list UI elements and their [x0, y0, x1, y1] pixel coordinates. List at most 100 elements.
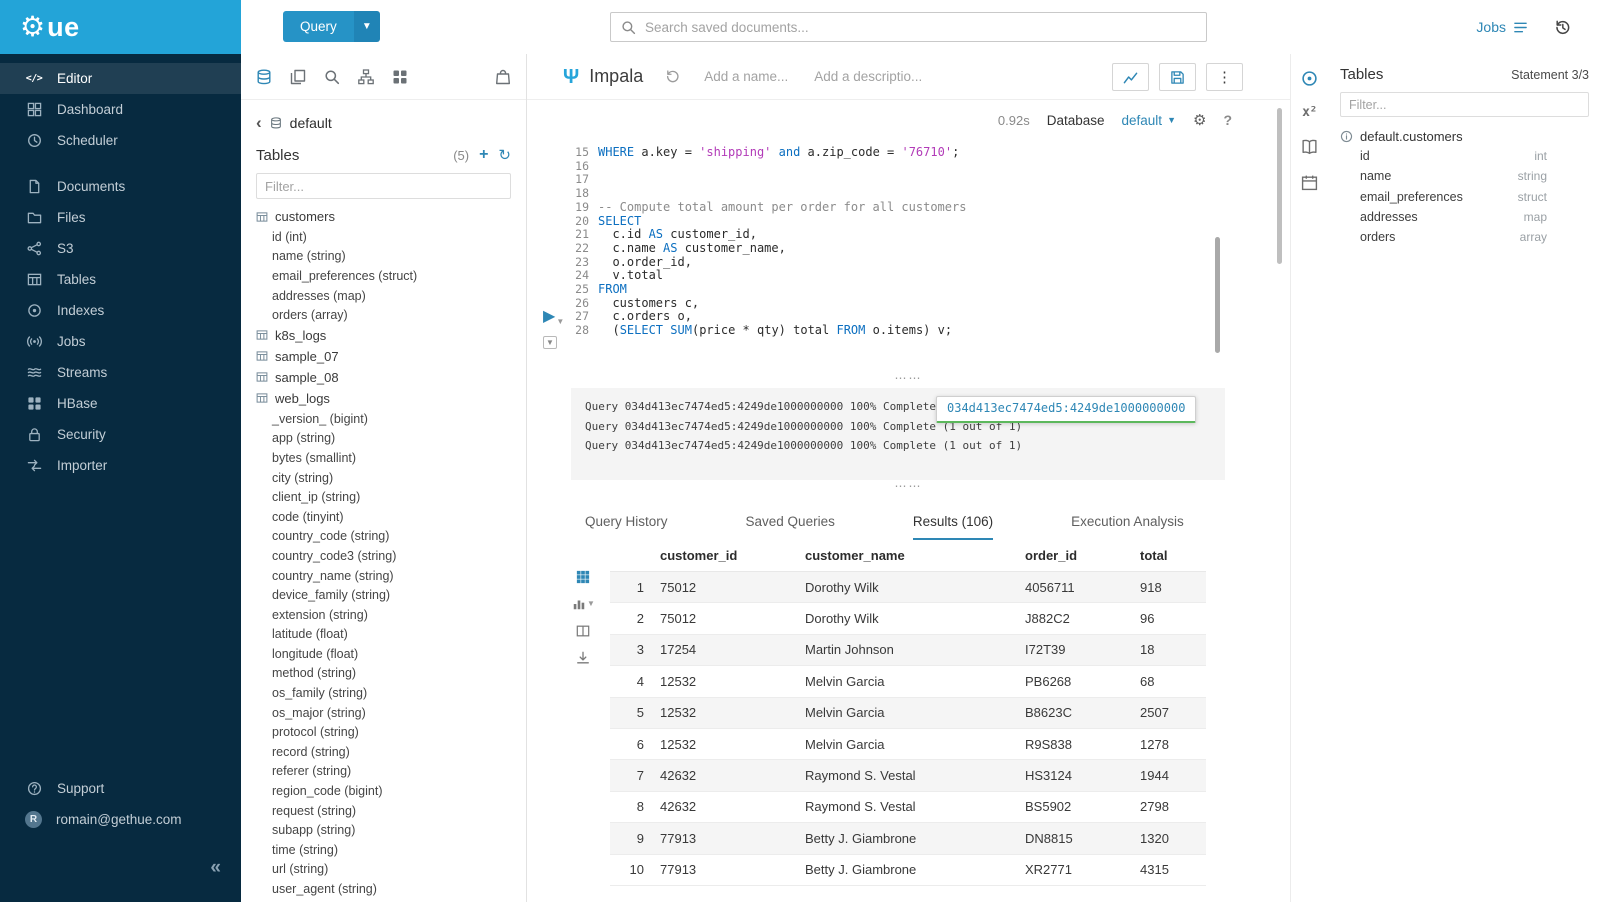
tree-table-k8s-logs[interactable]: k8s_logs — [241, 325, 526, 346]
tree-column[interactable]: id (int) — [241, 227, 526, 247]
search-input[interactable] — [645, 20, 1196, 35]
table-row[interactable]: 175012Dorothy Wilk4056711918 — [610, 572, 1206, 603]
tree-column[interactable]: time (string) — [241, 840, 526, 860]
bag-icon[interactable] — [495, 69, 511, 85]
breadcrumb-database[interactable]: default — [290, 115, 332, 131]
table-row[interactable]: 742632Raymond S. VestalHS31241944 — [610, 760, 1206, 791]
query-description-input[interactable] — [814, 69, 939, 84]
sidebar-item-documents[interactable]: Documents — [0, 171, 241, 202]
tree-column[interactable]: request (string) — [241, 801, 526, 821]
right-column-orders[interactable]: ordersarray — [1340, 227, 1589, 247]
query-history-icon[interactable] — [1554, 19, 1571, 36]
tree-column[interactable]: code (tinyint) — [241, 507, 526, 527]
table-row[interactable]: 512532Melvin GarciaB8623C2507 — [610, 698, 1206, 729]
tree-column[interactable]: country_name (string) — [241, 566, 526, 586]
statement-selector-icon[interactable]: ▼ — [543, 336, 557, 349]
tree-column[interactable]: record (string) — [241, 742, 526, 762]
results-download-icon[interactable] — [572, 651, 595, 665]
tree-column[interactable]: device_family (string) — [241, 585, 526, 605]
tab-results-106[interactable]: Results (106) — [913, 514, 993, 540]
tree-table-sample-07[interactable]: sample_07 — [241, 346, 526, 367]
tab-saved-queries[interactable]: Saved Queries — [746, 514, 835, 540]
tree-column[interactable]: addresses (map) — [241, 286, 526, 306]
sidebar-item-importer[interactable]: Importer — [0, 450, 241, 481]
tree-column[interactable]: protocol (string) — [241, 722, 526, 742]
table-row[interactable]: 842632Raymond S. VestalBS59022798 — [610, 792, 1206, 823]
tables-filter-input[interactable] — [256, 173, 511, 199]
tree-column[interactable]: country_code (string) — [241, 527, 526, 547]
tree-column[interactable]: subapp (string) — [241, 820, 526, 840]
sidebar-item-scheduler[interactable]: Scheduler — [0, 125, 241, 156]
sidebar-item-user[interactable]: R romain@gethue.com — [0, 804, 241, 835]
hue-logo[interactable]: ⚙ ue — [0, 0, 241, 54]
tree-column[interactable]: region_code (bigint) — [241, 781, 526, 801]
resize-handle-top[interactable] — [527, 374, 1290, 382]
main-scrollbar[interactable] — [1277, 108, 1282, 264]
tree-column[interactable]: os_major (string) — [241, 703, 526, 723]
tree-column[interactable]: bytes (smallint) — [241, 448, 526, 468]
tree-column[interactable]: longitude (float) — [241, 644, 526, 664]
tab-execution-analysis[interactable]: Execution Analysis — [1071, 514, 1184, 540]
query-dropdown-caret[interactable]: ▼ — [354, 11, 380, 42]
tree-column[interactable]: country_code3 (string) — [241, 546, 526, 566]
results-columns-icon[interactable] — [572, 624, 595, 638]
table-row[interactable]: 275012Dorothy WilkJ882C296 — [610, 603, 1206, 634]
calendar-icon[interactable] — [1301, 174, 1318, 191]
run-query-button[interactable]: ▶▼ — [543, 306, 564, 326]
database-icon[interactable] — [256, 69, 272, 85]
tree-table-sample-08[interactable]: sample_08 — [241, 367, 526, 388]
tree-table-web-logs[interactable]: web_logs — [241, 388, 526, 409]
sidebar-item-jobs[interactable]: Jobs — [0, 326, 241, 357]
save-button[interactable] — [1159, 63, 1196, 91]
help-icon[interactable]: ? — [1223, 112, 1232, 128]
right-column-addresses[interactable]: addressesmap — [1340, 207, 1589, 227]
tree-column[interactable]: user_agent (string) — [241, 879, 526, 899]
tree-column[interactable]: method (string) — [241, 664, 526, 684]
sidebar-item-s3[interactable]: S3 — [0, 233, 241, 264]
tree-column[interactable]: latitude (float) — [241, 625, 526, 645]
table-row[interactable]: 317254Martin JohnsonI72T3918 — [610, 635, 1206, 666]
refresh-icon[interactable]: ↻ — [498, 146, 511, 164]
book-icon[interactable] — [1301, 138, 1318, 155]
search-icon[interactable] — [324, 69, 340, 85]
breadcrumb-back-icon[interactable]: ‹ — [256, 113, 262, 133]
tree-column[interactable]: url (string) — [241, 860, 526, 880]
apps-icon[interactable] — [392, 69, 408, 85]
tree-column[interactable]: extension (string) — [241, 605, 526, 625]
results-bar-chart-icon[interactable]: ▼ — [572, 597, 595, 611]
tree-column[interactable]: _version_ (bigint) — [241, 409, 526, 429]
code-editor[interactable]: 1516171819202122232425262728 WHERE a.key… — [527, 140, 1290, 384]
sidebar-collapse-icon[interactable]: « — [210, 857, 221, 879]
editor-scrollbar[interactable] — [1215, 237, 1220, 353]
tree-column[interactable]: app (string) — [241, 429, 526, 449]
assistant-icon[interactable] — [1301, 70, 1318, 87]
sidebar-item-streams[interactable]: Streams — [0, 357, 241, 388]
database-select[interactable]: default▼ — [1122, 113, 1176, 128]
table-row[interactable]: 1077913Betty J. GiambroneXR27714315 — [610, 855, 1206, 886]
tree-column[interactable]: name (string) — [241, 247, 526, 267]
sidebar-item-tables[interactable]: Tables — [0, 264, 241, 295]
snippet-history-icon[interactable] — [665, 69, 680, 84]
results-grid-icon[interactable] — [572, 570, 595, 584]
tree-column[interactable]: city (string) — [241, 468, 526, 488]
resize-handle-bottom[interactable] — [527, 482, 1290, 490]
more-actions-button[interactable]: ⋮ — [1206, 63, 1243, 91]
copy-icon[interactable] — [290, 69, 306, 85]
tree-column[interactable]: os_family (string) — [241, 683, 526, 703]
table-row[interactable]: 612532Melvin GarciaR9S8381278 — [610, 729, 1206, 760]
sidebar-item-indexes[interactable]: Indexes — [0, 295, 241, 326]
jobs-link[interactable]: Jobs — [1476, 19, 1528, 35]
tree-column[interactable]: referer (string) — [241, 762, 526, 782]
table-row[interactable]: 412532Melvin GarciaPB626868 — [610, 666, 1206, 697]
query-button[interactable]: Query — [283, 11, 354, 42]
tree-column[interactable]: orders (array) — [241, 305, 526, 325]
sidebar-item-dashboard[interactable]: Dashboard — [0, 94, 241, 125]
add-table-icon[interactable]: + — [479, 146, 488, 164]
sitemap-icon[interactable] — [358, 69, 374, 85]
right-filter-input[interactable] — [1340, 92, 1589, 117]
tab-query-history[interactable]: Query History — [585, 514, 668, 540]
table-row[interactable]: 977913Betty J. GiambroneDN88151320 — [610, 823, 1206, 854]
functions-icon[interactable]: x² — [1302, 106, 1317, 119]
sidebar-item-hbase[interactable]: HBase — [0, 388, 241, 419]
active-table-row[interactable]: default.customers — [1340, 129, 1589, 144]
